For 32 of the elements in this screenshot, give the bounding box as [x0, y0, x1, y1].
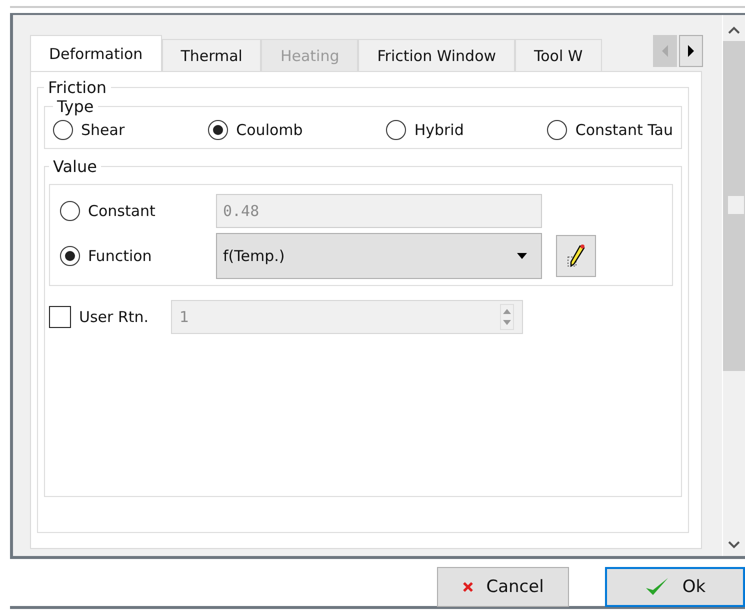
- tab[interactable]: Thermal: [162, 39, 262, 71]
- pencil-icon[interactable]: [556, 235, 596, 277]
- right-triangle-icon: [687, 45, 695, 57]
- tab[interactable]: Tool W: [515, 39, 602, 71]
- radio-label: Function: [88, 247, 152, 265]
- function-dropdown[interactable]: f(Temp.): [216, 233, 542, 279]
- radio-label: Constant Tau: [575, 121, 673, 139]
- scroll-down-icon[interactable]: [727, 540, 741, 550]
- radio-label: Hybrid: [414, 121, 464, 139]
- dropdown-arrow-icon: [517, 253, 527, 259]
- tab[interactable]: Friction Window: [358, 39, 516, 71]
- group-title: Type: [56, 97, 95, 116]
- scroll-right-button[interactable]: [679, 35, 703, 67]
- scroll-thumb[interactable]: [728, 196, 744, 214]
- close-icon: [462, 581, 474, 593]
- group-title: Value: [52, 157, 98, 176]
- tab[interactable]: Deformation: [30, 35, 162, 71]
- radio-button[interactable]: [60, 246, 80, 266]
- ok-button[interactable]: Ok: [605, 567, 745, 607]
- group-title: Friction: [47, 78, 108, 97]
- left-triangle-icon: [661, 45, 669, 57]
- scrollbar[interactable]: [722, 15, 745, 556]
- radio-button[interactable]: [208, 120, 228, 140]
- radio-label: Coulomb: [236, 121, 303, 139]
- radio-button[interactable]: [386, 120, 406, 140]
- scroll-up-icon[interactable]: [727, 25, 741, 35]
- cancel-button[interactable]: Cancel: [437, 567, 569, 607]
- radio-button[interactable]: [53, 120, 73, 140]
- checkbox-label: User Rtn.: [79, 308, 149, 326]
- radio-button[interactable]: [547, 120, 568, 140]
- radio-label: Shear: [81, 121, 125, 139]
- radio-label: Constant: [88, 202, 156, 220]
